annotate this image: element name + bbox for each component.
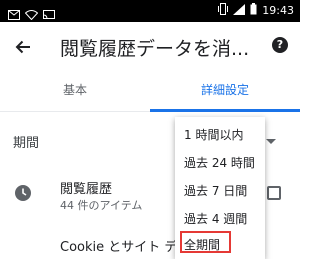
option-label: 過去 7 日間 [184,184,248,198]
chevron-down-icon[interactable] [266,139,276,144]
status-time: 19:43 [262,4,294,17]
signal-icon [233,3,246,18]
period-option-4-weeks[interactable]: 過去 4 週間 [175,204,265,232]
tab-basic[interactable]: 基本 [0,70,150,112]
battery-icon [250,3,257,18]
period-option-all-time[interactable]: 全期間 [175,230,265,258]
period-option-24-hours[interactable]: 過去 24 時間 [175,148,265,176]
back-button[interactable] [10,34,36,60]
option-label: 全期間 [184,238,221,252]
period-option-1-hour[interactable]: 1 時間以内 [175,120,265,148]
app-bar: 閲覧履歴データを消... ? [0,22,300,70]
option-label: 1 時間以内 [184,128,244,142]
status-bar: 19:43 [0,0,300,22]
help-icon[interactable]: ? [272,37,288,53]
period-option-7-days[interactable]: 過去 7 日間 [175,176,265,204]
tab-bar: 基本 詳細設定 [0,70,300,112]
option-label: 過去 4 週間 [184,212,248,226]
period-label: 期間 [13,136,40,151]
status-right: 19:43 [218,3,294,18]
back-arrow-icon [15,40,30,54]
cookies-title: Cookie とサイト デー [60,240,191,255]
vibrate-icon [218,3,229,18]
option-label: 過去 24 時間 [184,156,255,170]
period-dropdown-menu: 1 時間以内 過去 24 時間 過去 7 日間 過去 4 週間 全期間 [175,117,265,259]
tab-advanced[interactable]: 詳細設定 [150,70,300,112]
history-title: 閲覧履歴 [60,182,113,197]
tab-selected-indicator [150,109,300,112]
history-subtitle: 44 件のアイテム [60,199,143,212]
history-checkbox[interactable] [267,186,281,200]
clock-icon [14,184,32,206]
page-title: 閲覧履歴データを消... [60,38,250,60]
